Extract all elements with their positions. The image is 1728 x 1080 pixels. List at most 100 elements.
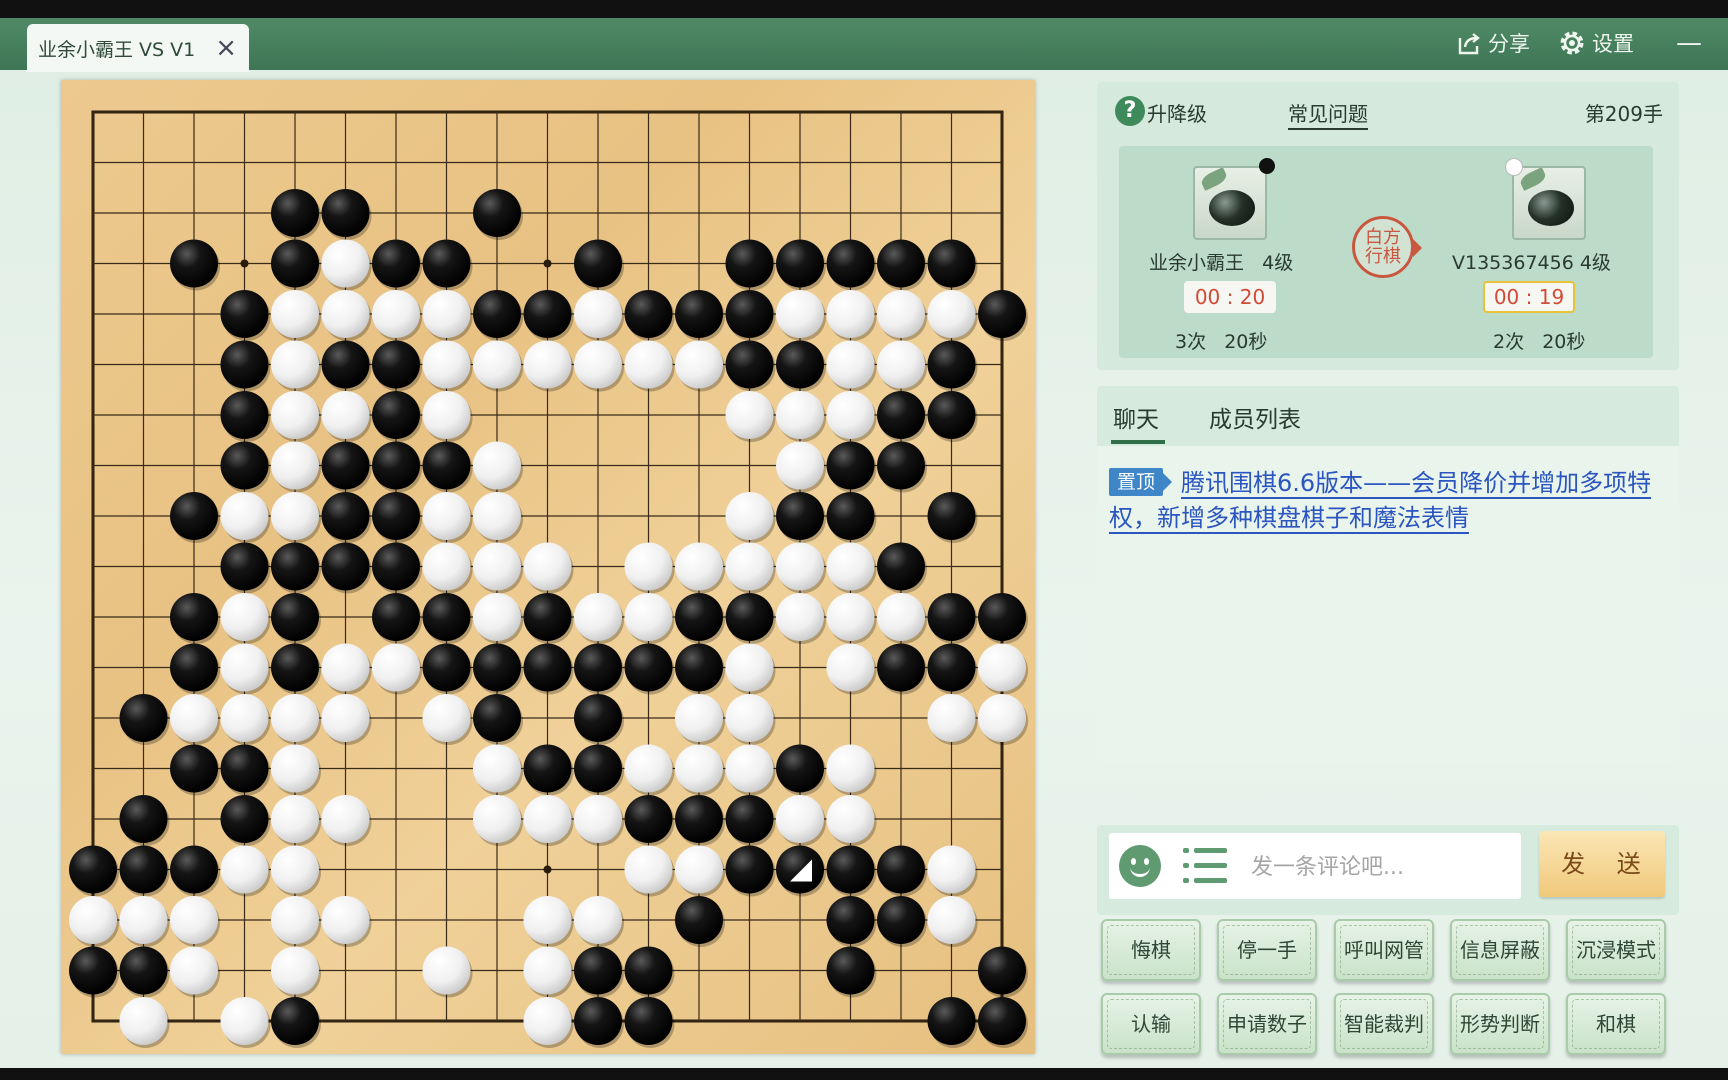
- black-stone: [170, 744, 218, 793]
- white-stone: [119, 997, 168, 1045]
- white-stone: [321, 795, 370, 843]
- white-stone: [978, 694, 1026, 742]
- black-stone: [321, 492, 370, 540]
- white-stone: [574, 290, 622, 338]
- info-header: ? 升降级 常见问题 第209手: [1115, 92, 1663, 130]
- white-stone: [776, 441, 824, 490]
- white-stone: [422, 290, 471, 338]
- black-stone: [220, 795, 269, 843]
- white-stone: [776, 542, 824, 591]
- black-stone: [220, 441, 269, 490]
- black-stone: [877, 845, 925, 894]
- black-stone: [877, 441, 925, 490]
- rank-change-link[interactable]: 升降级: [1147, 98, 1207, 127]
- star-point: [240, 259, 249, 268]
- immersive-mode-button[interactable]: 沉浸模式: [1566, 919, 1666, 981]
- tab-members[interactable]: 成员列表: [1209, 400, 1301, 434]
- white-stone: [927, 290, 976, 338]
- position-judge-button[interactable]: 形势判断: [1450, 993, 1550, 1055]
- white-stone: [826, 391, 875, 439]
- black-stone: [725, 239, 774, 288]
- settings-button[interactable]: 设置: [1558, 28, 1634, 58]
- black-player-avatar[interactable]: [1193, 166, 1267, 240]
- black-stone: [927, 997, 976, 1045]
- quick-phrases-icon[interactable]: [1183, 848, 1227, 884]
- white-stone: [675, 542, 723, 591]
- white-stone: [725, 694, 774, 742]
- black-stone: [372, 340, 420, 389]
- black-byoyomi: 3次 20秒: [1175, 331, 1268, 353]
- black-stone: [877, 643, 925, 692]
- ai-judge-button[interactable]: 智能裁判: [1334, 993, 1434, 1055]
- white-stone: [321, 290, 370, 338]
- white-stone: [220, 593, 269, 641]
- white-stone-indicator-icon: [1505, 158, 1523, 176]
- white-stone: [372, 643, 420, 692]
- white-stone: [220, 845, 269, 894]
- white-stone: [725, 643, 774, 692]
- go-board[interactable]: [61, 80, 1035, 1054]
- white-stone: [826, 643, 875, 692]
- white-stone: [69, 896, 117, 944]
- black-stone: [776, 845, 824, 894]
- black-stone: [776, 340, 824, 389]
- black-stone: [927, 492, 976, 540]
- black-stone: [624, 643, 673, 692]
- game-tab[interactable]: 业余小霸王 VS V1 ×: [27, 24, 249, 72]
- block-info-button[interactable]: 信息屏蔽: [1450, 919, 1550, 981]
- pass-button[interactable]: 停一手: [1217, 919, 1317, 981]
- black-stone: [321, 189, 370, 237]
- black-stone: [220, 542, 269, 591]
- black-stone: [826, 239, 875, 288]
- black-stone: [624, 795, 673, 843]
- black-stone: [574, 694, 622, 742]
- pinned-announcement[interactable]: 腾讯围棋6.6版本——会员降价并增加多项特权，新增多种棋盘棋子和魔法表情: [1109, 466, 1669, 536]
- go-game-window: 业余小霸王 VS V1 × 分享 设置 — ? 升降级 常见问题 第209手 业…: [0, 18, 1728, 1068]
- share-button[interactable]: 分享: [1456, 28, 1530, 58]
- black-stone: [422, 239, 471, 288]
- black-stone: [170, 643, 218, 692]
- black-stone: [372, 239, 420, 288]
- board-grid[interactable]: [61, 80, 1035, 1054]
- white-stone: [826, 542, 875, 591]
- request-count-button[interactable]: 申请数子: [1217, 993, 1317, 1055]
- black-stone: [978, 997, 1026, 1045]
- call-admin-button[interactable]: 呼叫网管: [1334, 919, 1434, 981]
- white-stone: [271, 845, 319, 894]
- white-stone: [877, 340, 925, 389]
- black-stone: [422, 441, 471, 490]
- undo-button[interactable]: 悔棋: [1101, 919, 1201, 981]
- white-stone: [321, 694, 370, 742]
- white-stone: [271, 441, 319, 490]
- white-stone: [574, 896, 622, 944]
- white-stone: [523, 542, 572, 591]
- close-icon[interactable]: ×: [215, 35, 237, 61]
- black-stone: [271, 239, 319, 288]
- resign-button[interactable]: 认输: [1101, 993, 1201, 1055]
- white-player-name: V135367456 4级: [1452, 252, 1611, 274]
- black-stone: [675, 593, 723, 641]
- help-icon[interactable]: ?: [1115, 96, 1145, 126]
- white-stone: [523, 997, 572, 1045]
- white-stone: [119, 896, 168, 944]
- white-stone: [271, 694, 319, 742]
- white-player-avatar[interactable]: [1512, 166, 1586, 240]
- emoji-icon[interactable]: [1119, 845, 1161, 887]
- comment-input[interactable]: [1249, 845, 1513, 889]
- black-stone: [321, 340, 370, 389]
- black-stone: [170, 845, 218, 894]
- tab-chat[interactable]: 聊天: [1113, 400, 1159, 434]
- white-stone: [523, 795, 572, 843]
- white-stone: [220, 643, 269, 692]
- black-stone: [372, 391, 420, 439]
- send-button[interactable]: 发 送: [1539, 831, 1665, 897]
- black-stone: [978, 290, 1026, 338]
- black-stone: [220, 340, 269, 389]
- black-stone: [422, 643, 471, 692]
- settings-label: 设置: [1592, 32, 1634, 56]
- black-stone: [826, 946, 875, 995]
- draw-button[interactable]: 和棋: [1566, 993, 1666, 1055]
- minimize-button[interactable]: —: [1676, 28, 1702, 58]
- faq-link[interactable]: 常见问题: [1288, 98, 1368, 130]
- black-stone: [624, 946, 673, 995]
